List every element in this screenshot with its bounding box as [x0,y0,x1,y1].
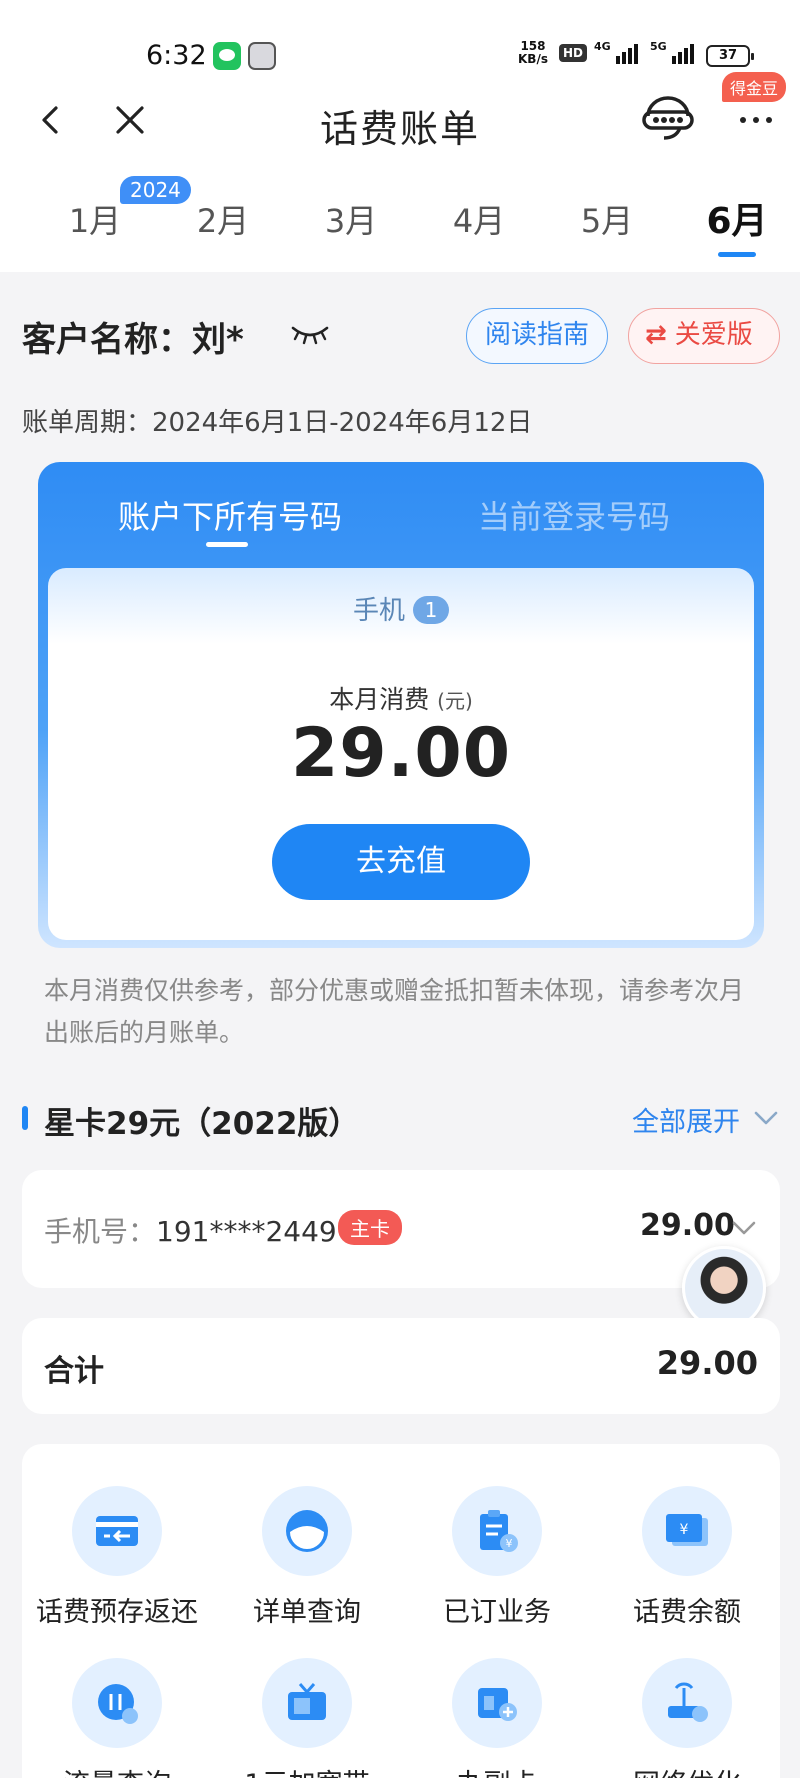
tab-month-3[interactable]: 3月 [306,196,396,242]
tab-current-number[interactable]: 当前登录号码 [478,492,670,538]
customer-service-10000-icon[interactable] [640,94,696,144]
package-title: 星卡29元（2022版） [44,1106,360,1142]
chevron-down-icon[interactable] [730,1218,758,1238]
detail-query-icon [262,1486,352,1576]
balance-icon: ¥ [642,1486,732,1576]
broadband-icon [262,1658,352,1748]
service-prepay-return[interactable]: 话费预存返还 [22,1486,212,1629]
service-sub-card[interactable]: 办副卡 [402,1658,592,1778]
tab-month-5[interactable]: 5月 [562,196,652,242]
recharge-button[interactable]: 去充值 [272,824,530,900]
signal-5g-icon: 5G [650,40,694,64]
phone-count-badge: 1 [413,596,449,624]
active-month-indicator [718,252,756,257]
signal-4g-label: 4G [594,40,611,53]
phone-number-label-text: 手机号： [44,1215,157,1248]
service-label: 话费余额 [633,1597,741,1628]
signal-5g-label: 5G [650,40,667,53]
service-broadband[interactable]: 1元加宽带 [212,1658,402,1778]
phone-label-text: 手机 [352,596,405,626]
total-amount: 29.00 [656,1344,758,1382]
care-mode-button[interactable]: ⇄ 关爱版 [628,308,780,364]
phone-number-value: 191****2449 [156,1215,337,1248]
network-speed: 158 KB/s [518,40,548,66]
status-bar: 6:32 158 KB/s HD 4G 5G 37 [0,30,800,80]
service-subscribed[interactable]: ¥ 已订业务 [402,1486,592,1629]
svg-text:¥: ¥ [506,1537,513,1550]
month-tabs: 2024 1月 2月 3月 4月 5月 6月 [0,176,800,262]
tab-month-6[interactable]: 6月 [692,192,782,244]
battery-icon: 37 [706,45,754,67]
tab-month-1[interactable]: 1月 [50,196,140,242]
sub-card-icon [452,1658,542,1748]
month-spend-amount: 29.00 [290,714,512,793]
earn-coins-badge[interactable]: 得金豆 [722,72,787,102]
phone-line-label: 手机 1 [48,590,754,627]
reading-guide-button[interactable]: 阅读指南 [466,308,608,364]
card-return-icon [72,1486,162,1576]
service-label: 已订业务 [443,1597,551,1628]
network-optimize-icon [642,1658,732,1748]
data-query-icon [72,1658,162,1748]
service-detail-query[interactable]: 详单查询 [212,1486,402,1629]
services-grid: 话费预存返还 详单查询 ¥ 已订业务 ¥ 话费余额 流量查询 1元加宽带 办副 [22,1444,780,1778]
phone-number-row[interactable]: 手机号：191****2449 主卡 29.00 [22,1170,780,1288]
phone-number-label: 手机号：191****2449 [44,1210,337,1250]
tab-month-2[interactable]: 2月 [178,196,268,242]
service-label: 办副卡 [402,1762,592,1778]
swap-icon: ⇄ [645,320,667,350]
nav-bar: 话费账单 [0,88,800,152]
month-spend-label: 本月消费 (元) [48,680,754,716]
total-row: 合计 29.00 [22,1318,780,1414]
month-spend-unit: (元) [437,689,473,713]
bill-period: 账单周期：2024年6月1日-2024年6月12日 [22,408,533,438]
wechat-notification-icon [213,42,241,70]
status-time: 6:32 [146,40,207,71]
service-label: 流量查询 [22,1762,212,1778]
service-label: 1元加宽带 [212,1762,402,1778]
eye-closed-icon[interactable] [290,322,330,346]
more-options-icon[interactable] [736,114,776,126]
service-balance[interactable]: ¥ 话费余额 [592,1486,782,1629]
service-label: 网络优化 [592,1762,782,1778]
bill-summary-card: 账户下所有号码 当前登录号码 手机 1 本月消费 (元) 29.00 去充值 [38,462,764,948]
month-spend-label-text: 本月消费 [329,685,430,714]
section-marker [22,1106,28,1130]
customer-name: 客户名称：刘* [22,320,244,360]
main-card-badge: 主卡 [338,1210,402,1245]
service-label: 详单查询 [253,1597,361,1628]
disclaimer-note: 本月消费仅供参考，部分优惠或赠金抵扣暂未体现，请参考次月出账后的月账单。 [44,976,745,1047]
service-network-optimize[interactable]: 网络优化 [592,1658,782,1778]
service-label: 话费预存返还 [36,1597,198,1628]
chevron-down-icon[interactable] [752,1108,780,1128]
network-speed-unit: KB/s [518,52,548,66]
svg-text:¥: ¥ [680,1522,689,1538]
bill-detail-panel: 手机 1 本月消费 (元) 29.00 去充值 [48,568,754,940]
tab-month-4[interactable]: 4月 [434,196,524,242]
phone-number-amount: 29.00 [640,1208,735,1243]
tab-all-numbers[interactable]: 账户下所有号码 [118,492,342,538]
app-notification-icon [248,42,276,70]
header-area: 6:32 158 KB/s HD 4G 5G 37 话费账单 得金豆 2024 … [0,0,800,272]
care-mode-label: 关爱版 [674,320,753,350]
signal-4g-icon: 4G [594,40,638,64]
hd-voice-icon: HD [559,44,588,62]
expand-all-button[interactable]: 全部展开 [632,1100,740,1139]
service-data-query[interactable]: 流量查询 [22,1658,212,1778]
total-label: 合计 [44,1354,104,1389]
subscribed-services-icon: ¥ [452,1486,542,1576]
active-tab-indicator [206,542,248,547]
